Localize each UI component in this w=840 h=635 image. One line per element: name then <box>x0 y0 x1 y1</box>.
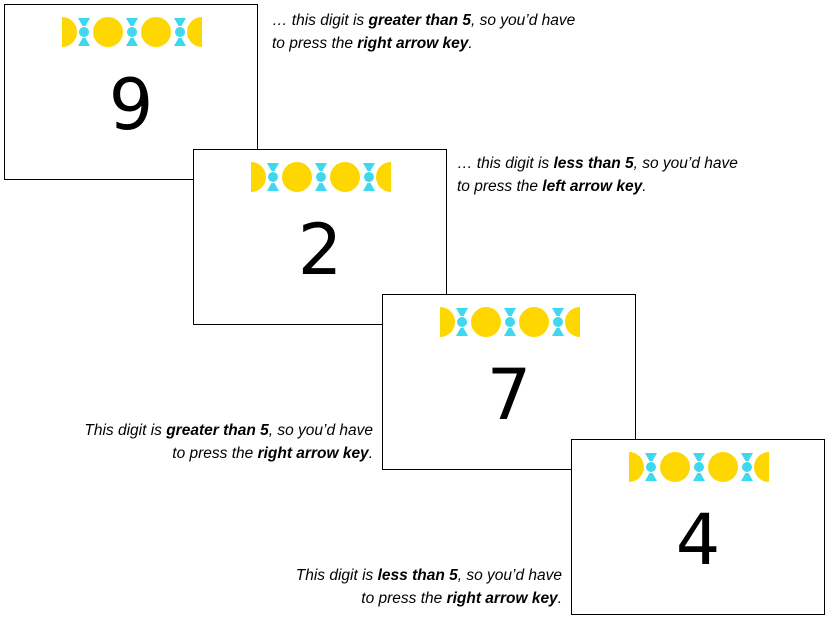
caption-text: This digit is <box>84 422 167 439</box>
caption-emphasis: right arrow key <box>257 445 369 462</box>
hourglass-top-shape <box>126 18 138 26</box>
caption-text: . <box>368 445 373 462</box>
half-circle-left-shape <box>62 17 77 47</box>
digit-label: 9 <box>108 64 154 146</box>
caption-emphasis: less than 5 <box>553 155 634 172</box>
half-circle-left-shape <box>251 162 266 192</box>
caption-4: This digit is less than 5, so you’d have… <box>296 564 562 610</box>
caption-emphasis: left arrow key <box>542 178 643 195</box>
hourglass-bottom-shape <box>78 38 90 46</box>
hourglass-top-shape <box>645 453 657 461</box>
pattern-strip <box>251 162 391 192</box>
hourglass-dot-shape <box>457 317 467 327</box>
hourglass-dot-shape <box>175 27 185 37</box>
caption-2: … this digit is less than 5, so you’d ha… <box>457 152 738 198</box>
caption-text: to press the <box>272 35 358 52</box>
circle-shape <box>471 307 501 337</box>
caption-text: to press the <box>361 590 447 607</box>
hourglass-dot-shape <box>505 317 515 327</box>
caption-text: to press the <box>457 178 543 195</box>
circle-shape <box>282 162 312 192</box>
trial-card-4: 4 <box>571 439 825 615</box>
caption-text: … this digit is <box>272 12 369 29</box>
caption-1: … this digit is greater than 5, so you’d… <box>272 9 575 55</box>
half-circle-right-shape <box>565 307 580 337</box>
circle-shape <box>141 17 171 47</box>
caption-emphasis: greater than 5 <box>368 12 471 29</box>
caption-emphasis: right arrow key <box>446 590 558 607</box>
circle-shape <box>330 162 360 192</box>
hourglass-bottom-shape <box>693 473 705 481</box>
half-circle-right-shape <box>376 162 391 192</box>
caption-text: to press the <box>172 445 258 462</box>
hourglass-bottom-shape <box>126 38 138 46</box>
caption-text: … this digit is <box>457 155 554 172</box>
caption-text: , so you’d have <box>633 155 738 172</box>
circle-shape <box>660 452 690 482</box>
hourglass-top-shape <box>363 163 375 171</box>
half-circle-left-shape <box>440 307 455 337</box>
hourglass-bottom-shape <box>504 328 516 336</box>
caption-text: , so you’d have <box>268 422 373 439</box>
hourglass-top-shape <box>78 18 90 26</box>
pattern-strip <box>629 452 769 482</box>
hourglass-bottom-shape <box>645 473 657 481</box>
hourglass-bottom-shape <box>174 38 186 46</box>
hourglass-dot-shape <box>316 172 326 182</box>
hourglass-bottom-shape <box>741 473 753 481</box>
caption-emphasis: right arrow key <box>357 35 469 52</box>
hourglass-bottom-shape <box>363 183 375 191</box>
caption-text: , so you’d have <box>457 567 562 584</box>
caption-text: , so you’d have <box>471 12 576 29</box>
hourglass-dot-shape <box>694 462 704 472</box>
hourglass-dot-shape <box>553 317 563 327</box>
circle-shape <box>519 307 549 337</box>
caption-emphasis: greater than 5 <box>166 422 269 439</box>
digit-label: 7 <box>486 354 532 436</box>
digit-label: 2 <box>297 209 343 291</box>
hourglass-top-shape <box>456 308 468 316</box>
caption-emphasis: less than 5 <box>377 567 458 584</box>
hourglass-top-shape <box>552 308 564 316</box>
hourglass-dot-shape <box>646 462 656 472</box>
digit-label: 4 <box>675 499 721 581</box>
hourglass-top-shape <box>267 163 279 171</box>
caption-text: This digit is <box>295 567 378 584</box>
hourglass-top-shape <box>693 453 705 461</box>
hourglass-top-shape <box>315 163 327 171</box>
caption-text: . <box>642 178 647 195</box>
hourglass-dot-shape <box>127 27 137 37</box>
hourglass-top-shape <box>741 453 753 461</box>
hourglass-bottom-shape <box>456 328 468 336</box>
circle-shape <box>93 17 123 47</box>
hourglass-dot-shape <box>742 462 752 472</box>
hourglass-bottom-shape <box>315 183 327 191</box>
pattern-strip <box>62 17 202 47</box>
caption-3: This digit is greater than 5, so you’d h… <box>84 419 373 465</box>
hourglass-top-shape <box>504 308 516 316</box>
hourglass-dot-shape <box>268 172 278 182</box>
caption-text: . <box>468 35 473 52</box>
half-circle-right-shape <box>754 452 769 482</box>
half-circle-right-shape <box>187 17 202 47</box>
half-circle-left-shape <box>629 452 644 482</box>
circle-shape <box>708 452 738 482</box>
hourglass-bottom-shape <box>267 183 279 191</box>
pattern-strip <box>440 307 580 337</box>
hourglass-dot-shape <box>79 27 89 37</box>
caption-text: . <box>557 590 562 607</box>
hourglass-bottom-shape <box>552 328 564 336</box>
hourglass-top-shape <box>174 18 186 26</box>
hourglass-dot-shape <box>364 172 374 182</box>
